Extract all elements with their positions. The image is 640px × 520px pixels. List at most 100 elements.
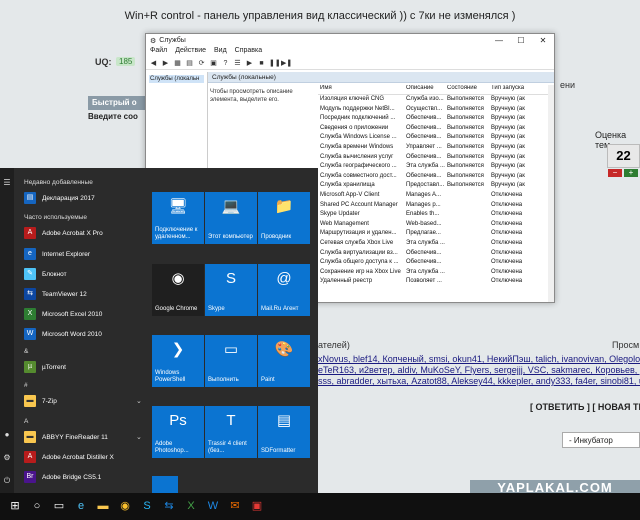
power-icon[interactable]: ⏻ [2,476,12,486]
chevron-down-icon[interactable]: ⌄ [136,433,142,441]
explorer-icon[interactable]: ▬ [96,499,110,513]
app-tile[interactable]: ▭ Выполнить [205,335,257,387]
word-icon[interactable]: W [206,499,220,513]
table-row[interactable]: Служба Windows License ... Обеспечив... Вы… [318,133,554,143]
app-tile[interactable]: Ps Adobe Photoshop... [152,406,204,458]
search-icon[interactable]: ○ [30,499,44,513]
app-tile[interactable]: 🖥 Подключение к удаленном... [152,192,204,244]
app-item[interactable]: X Microsoft Excel 2010 [24,308,102,320]
table-row[interactable]: Служба виртуализации вз... Обеспечив... От… [318,249,554,259]
minimize-button[interactable]: — [488,36,510,45]
reply-links[interactable]: [ ОТВЕТИТЬ ] [ НОВАЯ ТЕ [530,402,640,412]
table-row[interactable]: Skype Updater Enables th... Отключена [318,210,554,220]
menu-view[interactable]: Вид [214,47,227,58]
col-description[interactable]: Описание [406,85,447,94]
rating-plus-button[interactable]: + [624,169,638,177]
scrollbar[interactable] [548,85,554,302]
app-item[interactable]: µ µTorrent [24,361,66,373]
menu-action[interactable]: Действие [175,47,206,58]
chevron-down-icon[interactable]: ⌄ [136,397,142,405]
list-icon[interactable]: ☰ [233,59,242,68]
app-tile[interactable]: S Skype [205,264,257,316]
app-tile[interactable] [152,476,178,493]
table-row[interactable]: Служба общего доступа к ... Обеспечив... О… [318,258,554,268]
app-item[interactable]: A Adobe Acrobat Distiller X [24,451,114,463]
services-titlebar[interactable]: ⚙ Службы — ☐ ✕ [146,34,554,47]
group-amp[interactable]: & [24,348,28,355]
app-item[interactable]: Br Adobe Bridge CS5.1 [24,471,101,483]
play-icon[interactable]: ▶ [245,59,254,68]
app-tile[interactable]: ▤ SDFormatter [258,406,310,458]
pause-icon[interactable]: ❚❚ [269,59,281,68]
back-icon[interactable]: ◀ [149,59,158,68]
menu-file[interactable]: Файл [150,47,167,58]
restart-icon[interactable]: ▶❚ [281,59,292,68]
settings-icon[interactable]: ⚙ [2,453,12,463]
table-row[interactable]: Модуль поддержки NetBI... Осуществл... Вып… [318,105,554,115]
app-tile[interactable]: ◉ Google Chrome [152,264,204,316]
task-view-icon[interactable]: ▭ [52,499,66,513]
stop-icon[interactable]: ■ [257,59,266,68]
group-hash[interactable]: # [24,382,28,389]
app-tile[interactable]: ❯ Windows PowerShell [152,335,204,387]
app-folder[interactable]: ▬ 7-Zip [24,395,57,407]
app-tile[interactable]: @ Mail.Ru Агент [258,264,310,316]
excel-icon[interactable]: X [184,499,198,513]
teamviewer-icon[interactable]: ⇆ [162,499,176,513]
app-item[interactable]: ▤ Декларация 2017 [24,192,95,204]
table-row[interactable]: Служба географического ... Эта служба ...… [318,162,554,172]
app-icon[interactable]: ▣ [250,499,264,513]
incubator-select[interactable]: - Инкубатор [562,432,640,448]
table-row[interactable]: Удаленный реестр Позволяет ... Отключена [318,277,554,287]
table-row[interactable]: Web Management Web-based... Отключена [318,220,554,230]
table-row[interactable]: Сетевая служба Xbox Live Эта служба ... От… [318,239,554,249]
user-list-line[interactable]: sss, abradder, хытьха, Azatot88, Aleksey… [318,376,640,387]
windows-logo-icon[interactable]: ⊞ [8,499,22,513]
table-row[interactable]: Служба хранилища Предоставл... Выполняется… [318,181,554,191]
app-folder[interactable]: ▬ ABBYY FineReader 11 [24,431,108,443]
menu-help[interactable]: Справка [235,47,262,58]
export-icon[interactable]: ▣ [209,59,218,68]
app-tile[interactable]: T Trassir 4 client (без... [205,406,257,458]
edge-icon[interactable]: e [74,499,88,513]
group-a[interactable]: A [24,418,28,425]
col-name[interactable]: Имя [318,85,406,94]
close-button[interactable]: ✕ [532,36,554,45]
help-icon[interactable]: ? [221,59,230,68]
table-row[interactable]: Microsoft App-V Client Manages A... Отключ… [318,191,554,201]
user-icon[interactable]: ● [2,430,12,440]
app-item[interactable]: A Adobe Acrobat X Pro [24,227,103,239]
maximize-button[interactable]: ☐ [510,36,532,45]
app-item[interactable]: ✎ Блокнот [24,268,67,280]
app-item[interactable]: e Internet Explorer [24,248,90,260]
table-row[interactable]: Изоляция ключей CNG Служба изо... Выполняе… [318,95,554,105]
user-list-line[interactable]: eTeR163, и2ветер, aldiv, MuKoSeY, Flyers… [318,365,640,376]
hamburger-icon[interactable]: ☰ [2,178,12,188]
table-row[interactable]: Сведения о приложении Обеспечив... Выполня… [318,124,554,134]
table-row[interactable]: Служба времени Windows Управляет ... Выпол… [318,143,554,153]
user-list[interactable]: xNovus, blef14, Копченый, smsi, okun41, … [318,354,640,387]
rating-minus-button[interactable]: − [608,169,622,177]
app-item[interactable]: W Microsoft Word 2010 [24,328,102,340]
app-item[interactable]: ⇆ TeamViewer 12 [24,288,87,300]
table-row[interactable]: Маршрутизация и удален... Предлагае... Отк… [318,229,554,239]
chrome-icon[interactable]: ◉ [118,499,132,513]
console-tree-icon[interactable]: ▦ [173,59,182,68]
table-row[interactable]: Служба вычисления услуг Обеспечив... Выпол… [318,153,554,163]
app-tile[interactable]: 💻 Этот компьютер [205,192,257,244]
table-row[interactable]: Посредник подключений ... Обеспечив... Вып… [318,114,554,124]
app-tile[interactable]: 🎨 Paint [258,335,310,387]
app-tile[interactable]: 📁 Проводник [258,192,310,244]
col-startup[interactable]: Тип запуска [491,85,543,94]
refresh-icon[interactable]: ⟳ [197,59,206,68]
user-list-line[interactable]: xNovus, blef14, Копченый, smsi, okun41, … [318,354,640,365]
properties-icon[interactable]: ▤ [185,59,194,68]
table-row[interactable]: Служба совместного дост... Обеспечив... Вы… [318,172,554,182]
mail-icon[interactable]: ✉ [228,499,242,513]
table-row[interactable]: Сохранение игр на Xbox Live Эта служба ..… [318,268,554,278]
col-state[interactable]: Состояние [447,85,491,94]
table-row[interactable]: Shared PC Account Manager Manages p... Отк… [318,201,554,211]
forward-icon[interactable]: ▶ [161,59,170,68]
tree-item-services[interactable]: Службы (локальн [149,75,204,83]
skype-icon[interactable]: S [140,499,154,513]
